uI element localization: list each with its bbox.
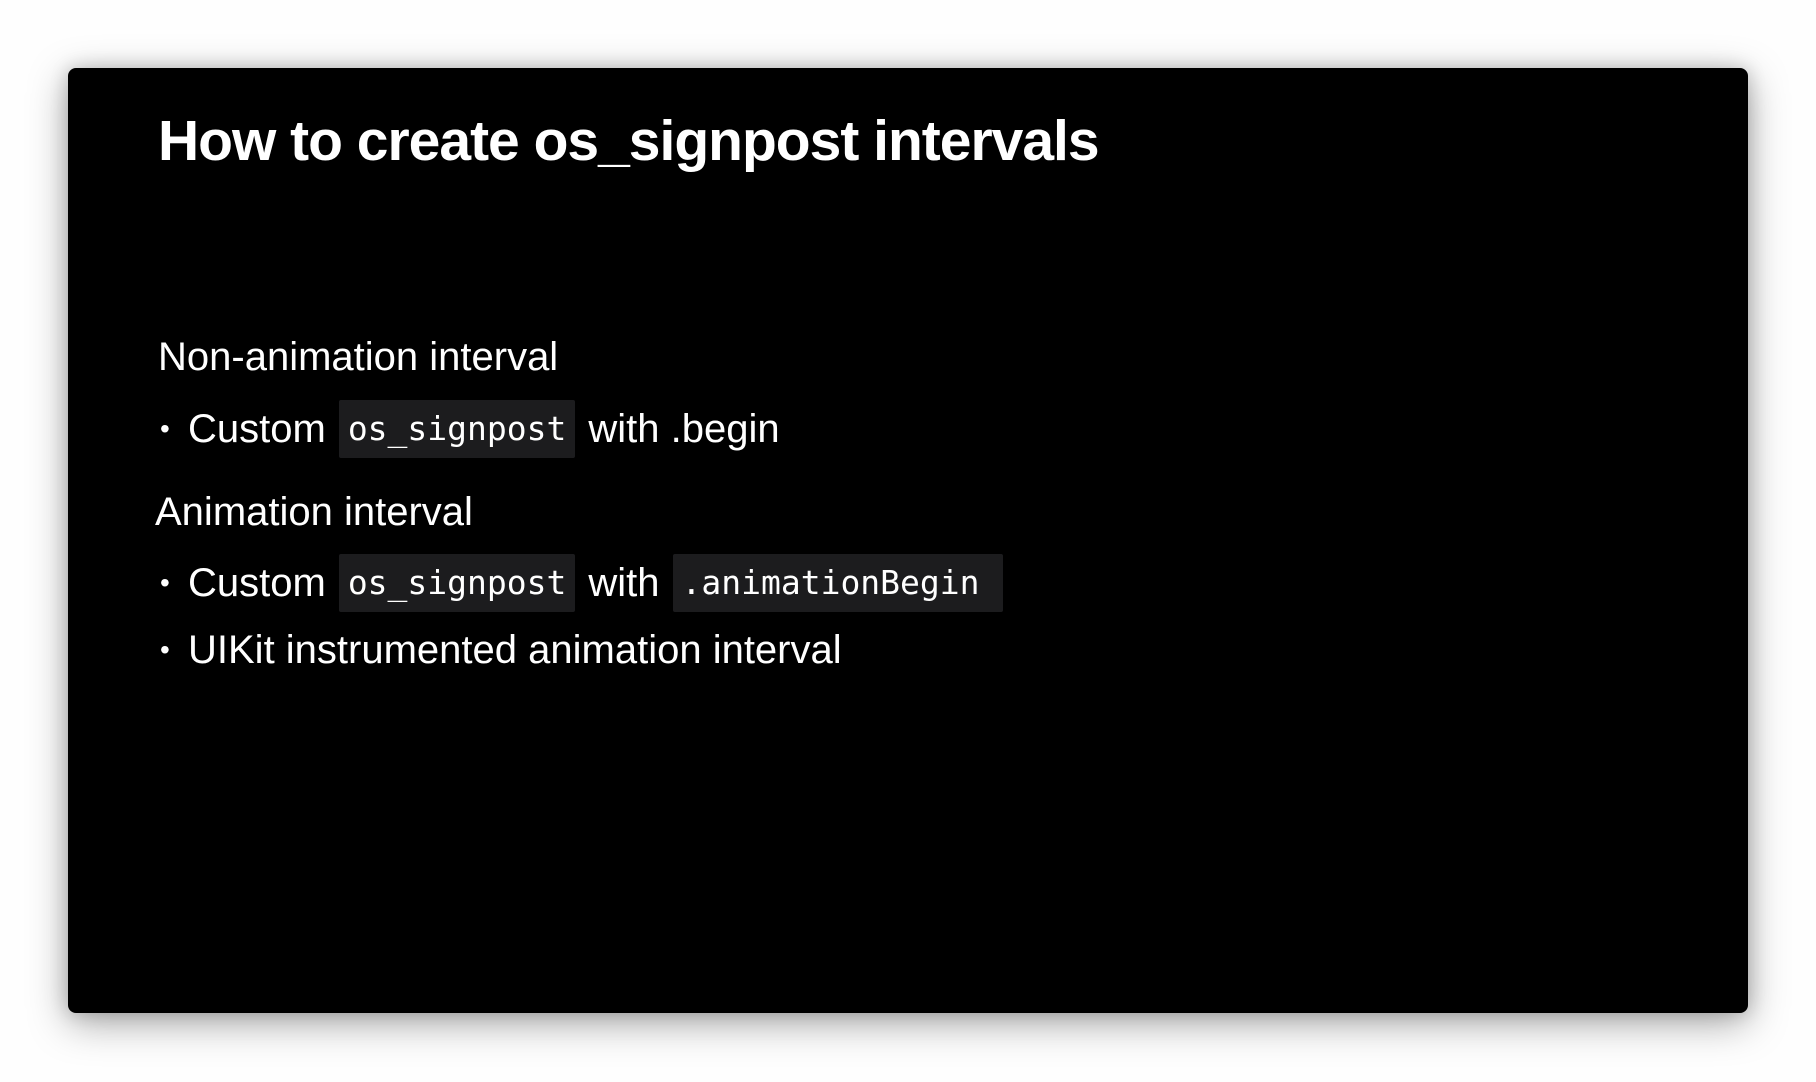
- slide-title: How to create os_signpost intervals: [158, 109, 1100, 173]
- bullet-custom-begin: • Custom os_signpost with .begin: [160, 400, 780, 458]
- section-heading-animation: Animation interval: [155, 490, 473, 534]
- bullet-prefix: Custom: [188, 560, 326, 605]
- code-animation-begin: .animationBegin: [672, 554, 1003, 612]
- bullet-glyph: •: [160, 567, 170, 598]
- bullet-text: UIKit instrumented animation interval: [188, 627, 842, 672]
- screen: How to create os_signpost intervals Non-…: [0, 0, 1816, 1082]
- bullet-custom-animation-begin: • Custom os_signpost with .animationBegi…: [160, 554, 1016, 612]
- slide: How to create os_signpost intervals Non-…: [68, 68, 1748, 1013]
- bullet-uikit-interval: • UIKit instrumented animation interval: [160, 621, 842, 679]
- bullet-suffix: with .begin: [588, 406, 780, 451]
- code-os-signpost: os_signpost: [338, 400, 576, 458]
- bullet-glyph: •: [160, 413, 170, 444]
- section-heading-non-animation: Non-animation interval: [158, 335, 559, 379]
- bullet-glyph: •: [160, 634, 170, 665]
- bullet-prefix: Custom: [188, 406, 326, 451]
- bullet-middle: with: [588, 560, 660, 605]
- code-os-signpost: os_signpost: [338, 554, 576, 612]
